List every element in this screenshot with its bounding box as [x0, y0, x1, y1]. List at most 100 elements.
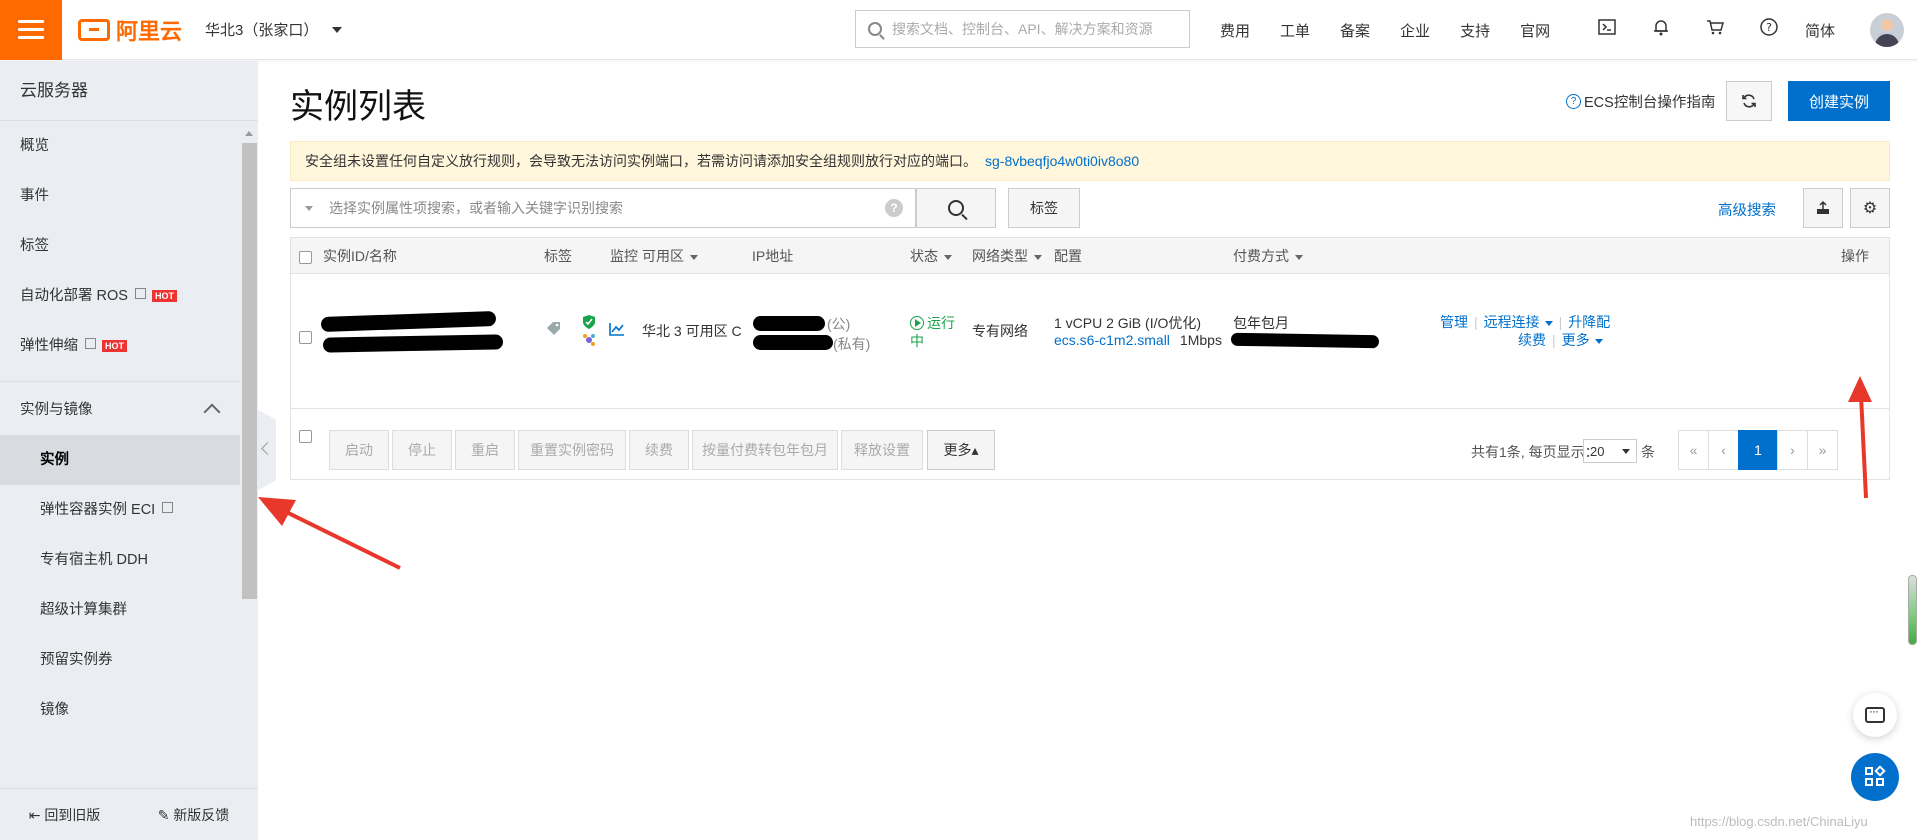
nav-support[interactable]: 支持 [1460, 20, 1490, 41]
page-size-select[interactable]: 20 [1583, 439, 1637, 463]
region-label: 华北3（张家口） [205, 22, 319, 39]
nav-ticket[interactable]: 工单 [1280, 20, 1310, 41]
security-group-link[interactable]: sg-8vbeqfjo4w0ti0iv8o80 [985, 153, 1139, 169]
instance-search-input[interactable]: 选择实例属性项搜索，或者输入关键字识别搜索 ? [290, 188, 916, 228]
bulk-release-settings-button[interactable]: 释放设置 [841, 430, 923, 470]
monitor-chart-icon[interactable] [609, 322, 625, 339]
bulk-convert-billing-button[interactable]: 按量付费转包年包月 [692, 430, 838, 470]
table-header: 实例ID/名称 标签 监控 可用区 IP地址 状态 网络类型 配置 付费方式 操… [291, 238, 1889, 274]
cart-icon[interactable] [1704, 16, 1726, 38]
question-icon[interactable]: ? [885, 199, 903, 217]
nav-enterprise[interactable]: 企业 [1400, 20, 1430, 41]
caret-down-icon [1544, 320, 1553, 326]
bulk-start-button[interactable]: 启动 [329, 430, 389, 470]
row-checkbox[interactable] [299, 331, 312, 347]
caret-down-icon[interactable] [305, 205, 313, 211]
tag-filter-button[interactable]: 标签 [1008, 188, 1080, 228]
prev-page-button[interactable]: ‹ [1708, 430, 1739, 470]
sidebar-item-overview[interactable]: 概览 [0, 121, 240, 171]
search-icon [948, 200, 964, 216]
tag-icon[interactable] [546, 321, 564, 340]
language-switch[interactable]: 简体 [1805, 20, 1835, 41]
refresh-button[interactable] [1726, 81, 1772, 121]
sidebar-item-reserved[interactable]: 预留实例券 [0, 635, 240, 685]
bulk-stop-button[interactable]: 停止 [392, 430, 452, 470]
remote-connect-link[interactable]: 远程连接 [1484, 314, 1553, 330]
page-size-unit: 条 [1641, 444, 1655, 460]
chat-button[interactable] [1853, 693, 1897, 737]
renew-link[interactable]: 续费 [1518, 332, 1546, 348]
top-bar: 阿里云 华北3（张家口） 搜索文档、控制台、API、解决方案和资源 费用 工单 … [0, 0, 1917, 60]
column-config: 配置 [1054, 248, 1082, 264]
sidebar-item-autoscaling[interactable]: 弹性伸缩 HOT [0, 321, 240, 371]
search-button[interactable] [916, 188, 996, 228]
apps-button[interactable] [1851, 753, 1899, 801]
sidebar-item-eci[interactable]: 弹性容器实例 ECI [0, 485, 240, 535]
config-type-row: ecs.s6-c1m2.small 1Mbps [1054, 332, 1222, 348]
scroll-up-arrow-icon[interactable] [245, 131, 253, 136]
sidebar-item-instances[interactable]: 实例 [0, 435, 240, 485]
nav-billing[interactable]: 费用 [1220, 20, 1250, 41]
table-footer: 启动 停止 重启 重置实例密码 续费 按量付费转包年包月 释放设置 更多▴ 共有… [291, 410, 1889, 480]
page-scroll-indicator[interactable] [1908, 575, 1917, 645]
caret-down-icon [332, 26, 343, 33]
bulk-reset-password-button[interactable]: 重置实例密码 [518, 430, 626, 470]
filter-caret-icon [1034, 254, 1042, 260]
bulk-renew-button[interactable]: 续费 [629, 430, 689, 470]
feedback-link[interactable]: ✎ 新版反馈 [158, 805, 230, 825]
column-ip: IP地址 [752, 248, 794, 264]
upgrade-link[interactable]: 升降配 [1568, 314, 1610, 330]
first-page-button[interactable]: « [1678, 430, 1709, 470]
sidebar-item-events[interactable]: 事件 [0, 171, 240, 221]
advanced-search-link[interactable]: 高级搜索 [1718, 199, 1776, 220]
more-actions-label: 更多 [1561, 332, 1590, 348]
redacted-public-ip [753, 316, 825, 331]
redacted-expiry [1230, 332, 1380, 349]
more-actions-link[interactable]: 更多 [1562, 332, 1603, 348]
global-search-input[interactable]: 搜索文档、控制台、API、解决方案和资源 [855, 10, 1190, 48]
zone-cell: 华北 3 可用区 C [642, 323, 742, 339]
security-shield-icon[interactable] [582, 314, 596, 333]
current-page-button[interactable]: 1 [1738, 430, 1778, 470]
service-status-icon[interactable] [582, 333, 596, 350]
next-page-button[interactable]: › [1777, 430, 1808, 470]
bulk-select-checkbox[interactable] [299, 430, 312, 446]
billing-cell: 包年包月 [1233, 315, 1289, 331]
external-link-icon [134, 287, 146, 299]
sidebar-item-images[interactable]: 镜像 [0, 685, 240, 735]
help-icon[interactable]: ? [1758, 16, 1780, 38]
bell-icon[interactable] [1650, 16, 1672, 38]
instance-type-link[interactable]: ecs.s6-c1m2.small [1054, 332, 1170, 348]
region-selector[interactable]: 华北3（张家口） [205, 19, 343, 40]
sidebar-item-ddh[interactable]: 专有宿主机 DDH [0, 535, 240, 585]
sidebar-item-tags[interactable]: 标签 [0, 221, 240, 271]
manage-link[interactable]: 管理 [1440, 314, 1468, 330]
column-network[interactable]: 网络类型 [972, 238, 1042, 274]
column-billing[interactable]: 付费方式 [1233, 238, 1303, 274]
sidebar-item-scc[interactable]: 超级计算集群 [0, 585, 240, 635]
column-status[interactable]: 状态 [910, 238, 952, 274]
bulk-restart-button[interactable]: 重启 [455, 430, 515, 470]
aliyun-logo[interactable]: 阿里云 [78, 14, 182, 46]
export-button[interactable] [1803, 188, 1843, 228]
sidebar-group-label: 实例与镜像 [20, 402, 93, 418]
separator: | [1558, 314, 1563, 330]
scrollbar-thumb[interactable] [242, 143, 257, 599]
last-page-button[interactable]: » [1807, 430, 1838, 470]
bulk-more-button[interactable]: 更多▴ [927, 430, 995, 470]
top-nav: 费用 工单 备案 企业 支持 官网 [1220, 0, 1580, 60]
user-avatar[interactable] [1870, 13, 1904, 47]
menu-button[interactable] [0, 0, 62, 60]
nav-icp[interactable]: 备案 [1340, 20, 1370, 41]
column-zone[interactable]: 可用区 [642, 238, 698, 274]
back-to-old-version-link[interactable]: ⇤ 回到旧版 [29, 805, 101, 825]
settings-button[interactable]: ⚙ [1850, 188, 1890, 228]
sidebar-item-ros[interactable]: 自动化部署 ROS HOT [0, 271, 240, 321]
sidebar-group-instances-images[interactable]: 实例与镜像 [0, 381, 240, 435]
select-all-checkbox[interactable] [299, 238, 312, 274]
nav-official[interactable]: 官网 [1520, 20, 1550, 41]
terminal-icon[interactable] [1596, 16, 1618, 38]
sidebar-scrollbar[interactable] [241, 131, 258, 671]
create-instance-button[interactable]: 创建实例 [1788, 81, 1890, 121]
console-guide-link[interactable]: ? ECS控制台操作指南 [1566, 91, 1715, 112]
